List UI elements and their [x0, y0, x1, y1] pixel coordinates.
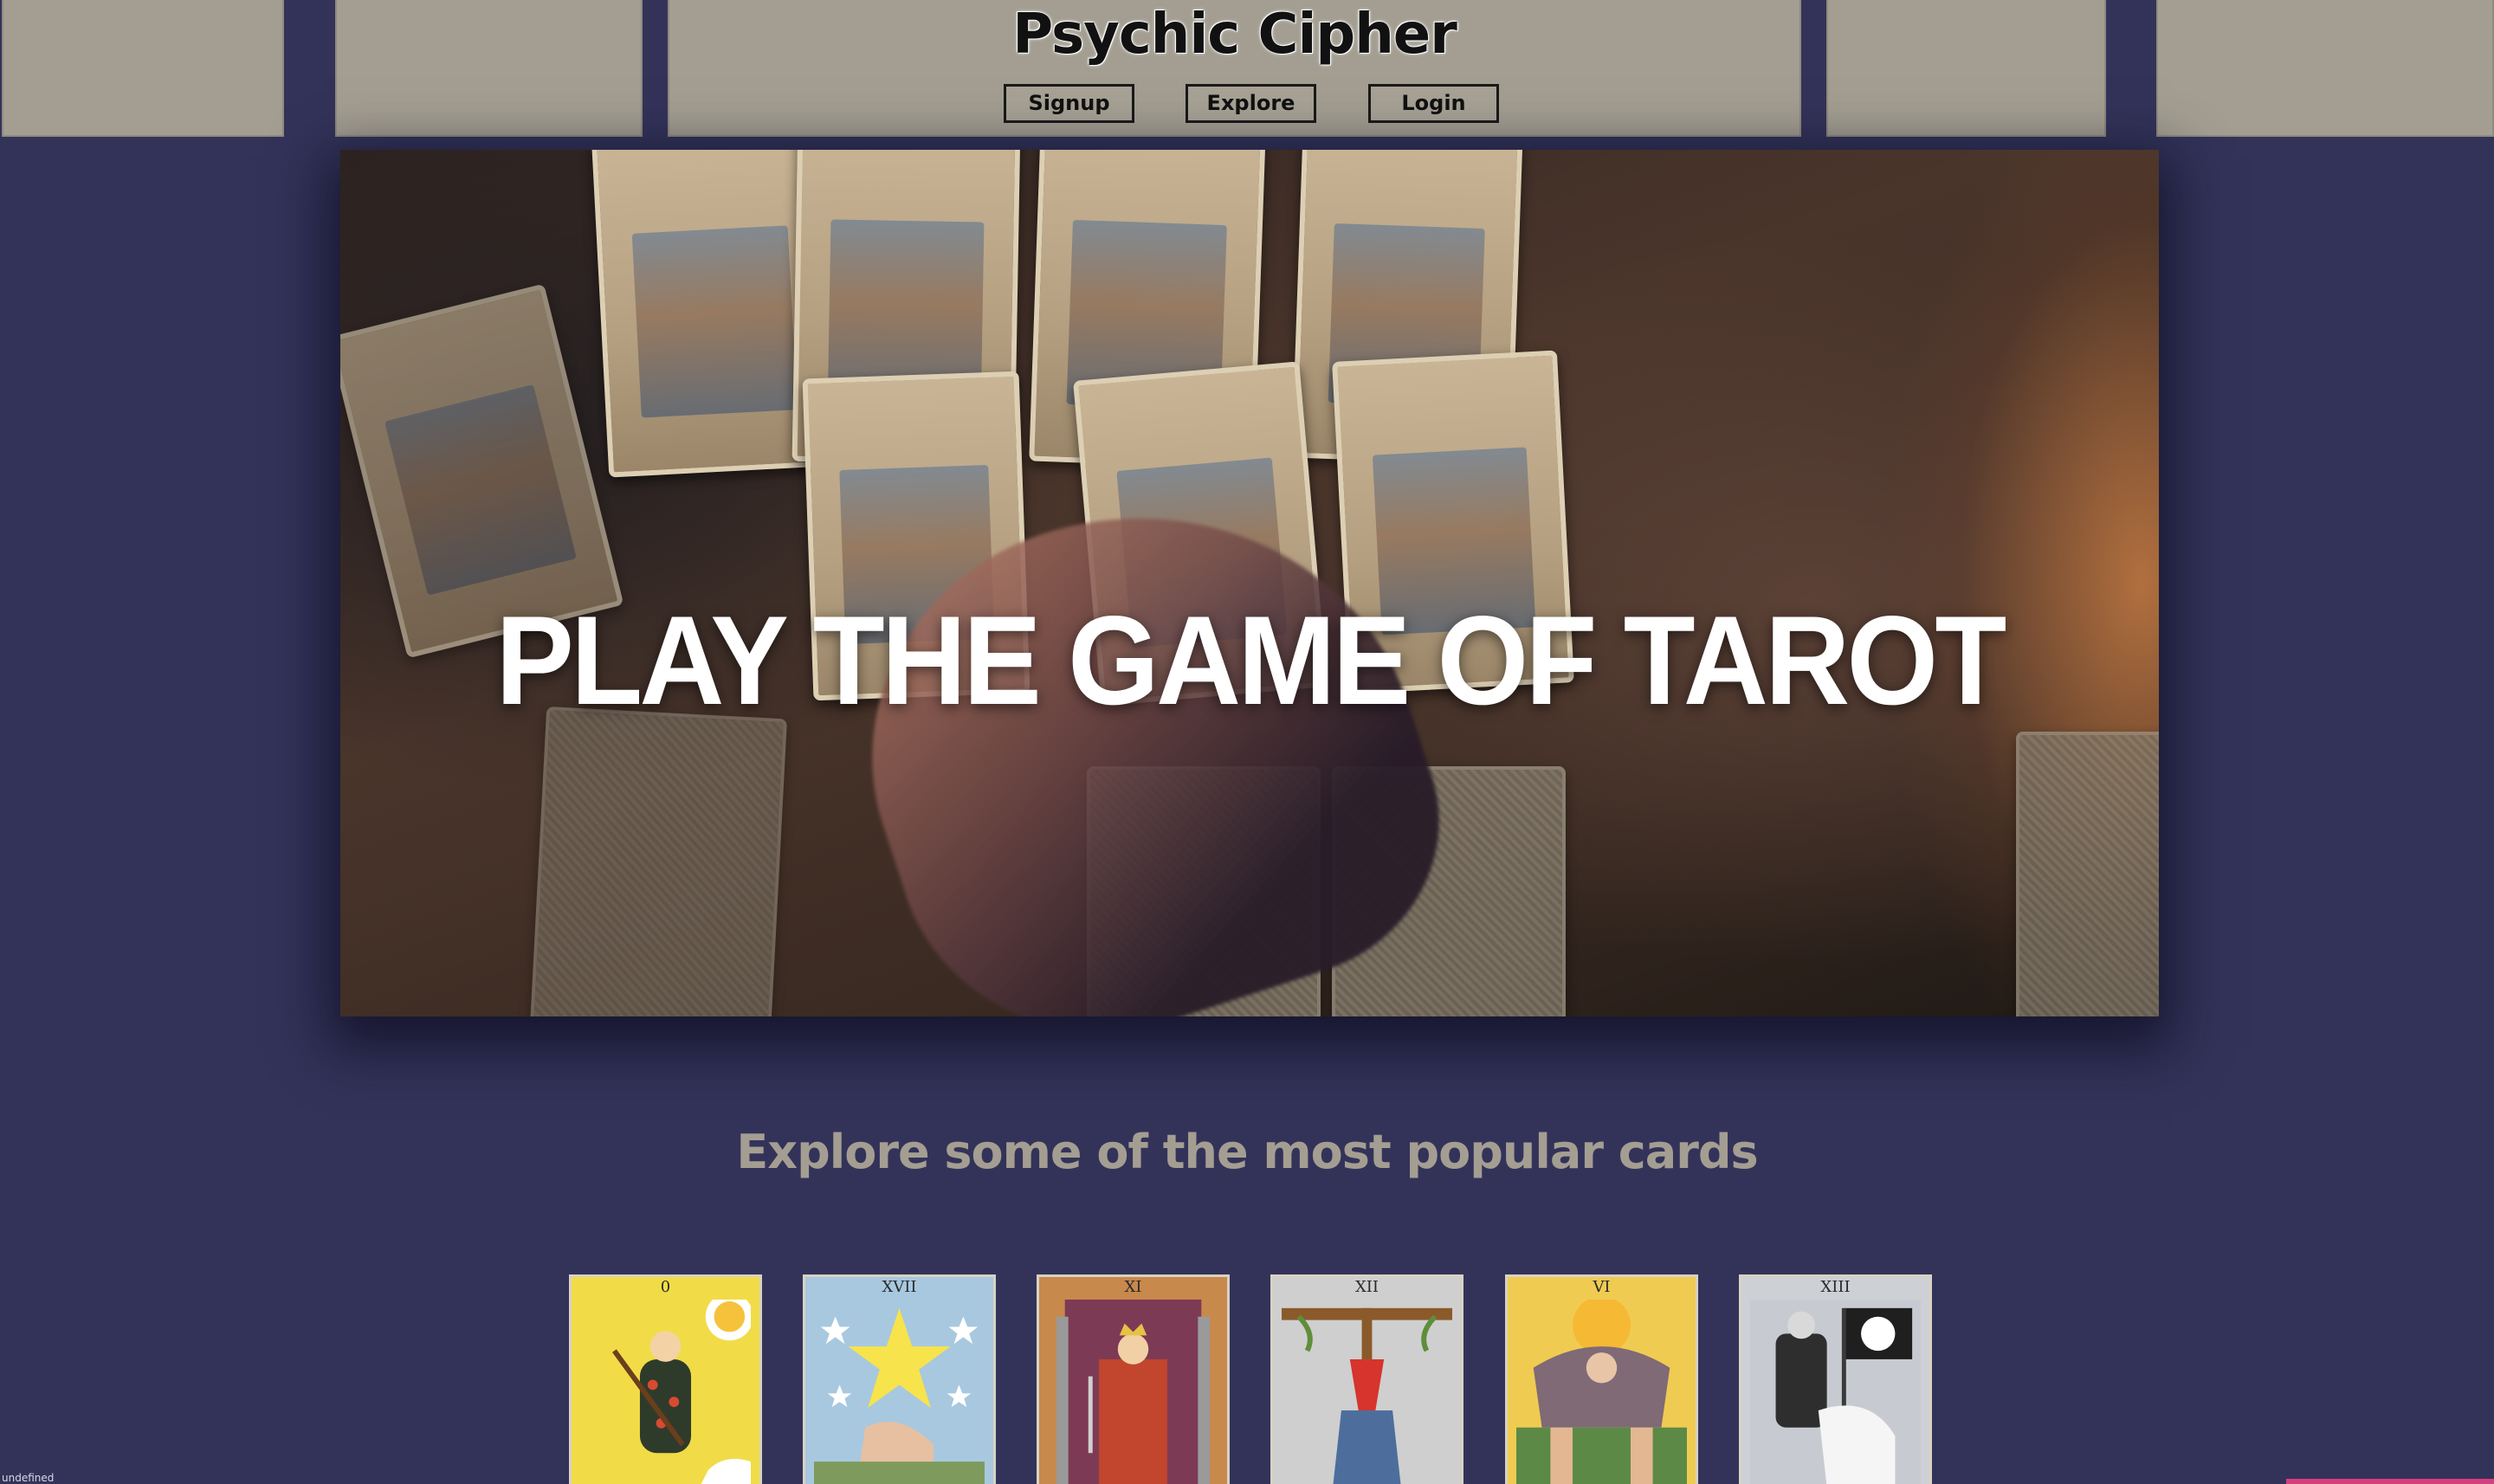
tarot-card-hanged-man[interactable]: XII	[1270, 1274, 1463, 1484]
card-numeral: VI	[1593, 1278, 1611, 1296]
header-panel-right-inner	[1826, 0, 2106, 137]
card-numeral: 0	[660, 1278, 671, 1296]
hanged-man-card-art	[1282, 1307, 1452, 1484]
tarot-card-star[interactable]: XVII	[803, 1274, 996, 1484]
main-nav: Signup Explore Login	[669, 84, 1799, 124]
tarot-card-justice[interactable]: XI	[1037, 1274, 1230, 1484]
header-panel-left-outer	[2, 0, 284, 137]
card-numeral: XI	[1124, 1278, 1142, 1296]
site-title: Psychic Cipher	[1012, 3, 1457, 67]
fool-card-art	[612, 1300, 751, 1484]
lovers-card-art	[1516, 1300, 1687, 1484]
card-numeral: XVII	[882, 1278, 917, 1296]
death-card-art	[1750, 1300, 1921, 1484]
header-panel-center: Psychic Cipher Signup Explore Login	[668, 0, 1801, 137]
tarot-card-lovers[interactable]: VI	[1505, 1274, 1698, 1484]
tarot-card-fool[interactable]: 0	[569, 1274, 762, 1484]
login-button[interactable]: Login	[1368, 84, 1499, 123]
signup-button[interactable]: Signup	[1004, 84, 1134, 123]
hero-banner: PLAY THE GAME OF TAROT	[340, 150, 2159, 1016]
status-text: undefined	[2, 1472, 55, 1484]
star-card-art	[814, 1307, 985, 1484]
header-panel-left-inner	[335, 0, 643, 137]
hero-card-deck	[2016, 732, 2159, 1016]
hero-headline: PLAY THE GAME OF TAROT	[495, 590, 2006, 731]
justice-card-art	[1056, 1300, 1211, 1484]
card-numeral: XIII	[1820, 1278, 1851, 1296]
status-accent-bar	[2286, 1479, 2494, 1484]
tarot-card-death[interactable]: XIII	[1739, 1274, 1932, 1484]
explore-heading: Explore some of the most popular cards	[736, 1125, 1758, 1179]
card-numeral: XII	[1354, 1278, 1379, 1296]
explore-button[interactable]: Explore	[1186, 84, 1316, 123]
header-panel-right-outer	[2156, 0, 2494, 137]
hero-card-back	[529, 706, 787, 1016]
